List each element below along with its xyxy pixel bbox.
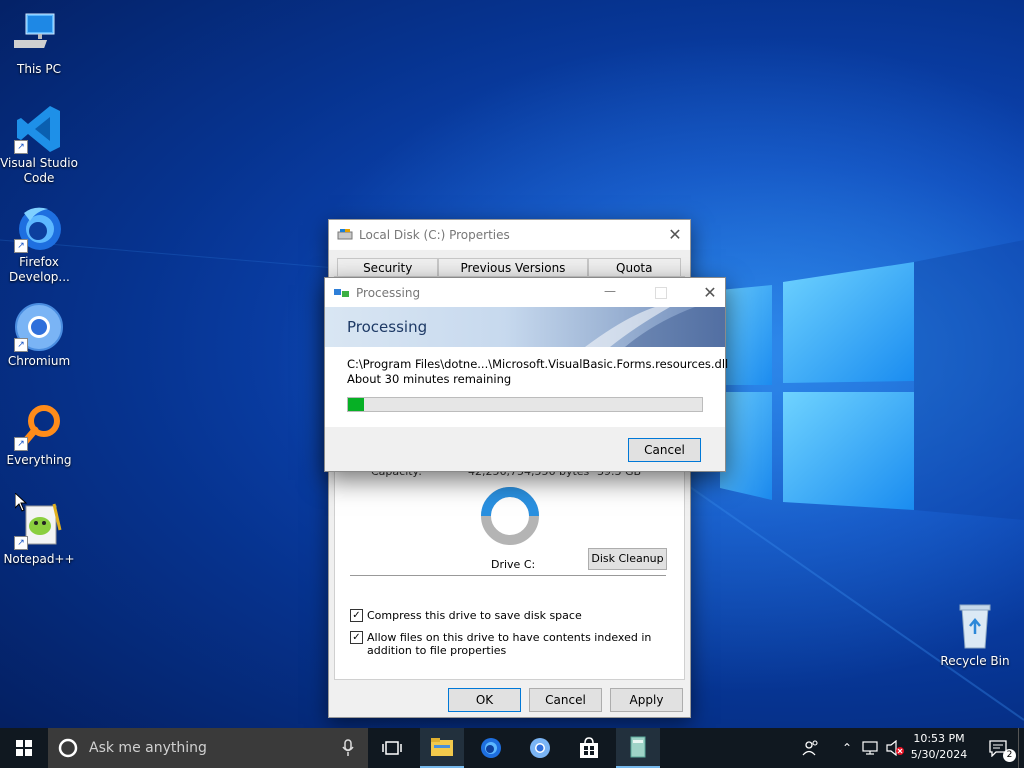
desktop-icon-everything[interactable]: ↗ Everything [0, 401, 78, 468]
progress-bar [347, 397, 703, 412]
show-hidden-icons-button[interactable]: ⌃ [837, 728, 857, 768]
compress-label: Compress this drive to save disk space [367, 609, 582, 622]
network-icon [862, 741, 878, 755]
processing-dialog[interactable]: Processing — ✕ Processing C:\Program Fil… [324, 277, 729, 472]
desktop-icon-recycle-bin[interactable]: Recycle Bin [936, 602, 1014, 669]
people-button[interactable] [798, 728, 824, 768]
current-file-path: C:\Program Files\dotne...\Microsoft.Visu… [347, 357, 729, 371]
store-icon [580, 737, 598, 758]
drive-label: Drive C: [491, 558, 536, 571]
task-view-icon [382, 741, 402, 755]
properties-title: Local Disk (C:) Properties [359, 228, 510, 242]
taskbar-chromium[interactable] [518, 728, 562, 768]
processing-title: Processing [356, 285, 421, 300]
desktop-icon-label: Everything [6, 453, 72, 467]
shortcut-arrow-icon: ↗ [14, 338, 28, 352]
start-button[interactable] [0, 728, 48, 768]
index-checkbox[interactable]: ✓ [350, 631, 363, 644]
compress-checkbox-row[interactable]: ✓ Compress this drive to save disk space [350, 609, 670, 622]
action-center-button[interactable]: 2 [978, 728, 1018, 768]
index-checkbox-row[interactable]: ✓ Allow files on this drive to have cont… [350, 631, 670, 657]
desktop-icon-label: Visual Studio Code [0, 156, 78, 185]
index-label: Allow files on this drive to have conten… [367, 631, 652, 657]
task-view-button[interactable] [370, 728, 414, 768]
desktop-icon-vscode[interactable]: ↗ Visual Studio Code [0, 104, 78, 186]
volume-muted-icon [886, 740, 904, 756]
processing-body: C:\Program Files\dotne...\Microsoft.Visu… [325, 347, 729, 412]
shortcut-arrow-icon: ↗ [14, 536, 28, 550]
apply-button[interactable]: Apply [610, 688, 683, 712]
mouse-cursor-icon [15, 493, 27, 512]
people-icon [802, 740, 818, 756]
processing-heading: Processing [347, 318, 428, 336]
compress-checkbox[interactable]: ✓ [350, 609, 363, 622]
desktop-icon-label: Recycle Bin [940, 654, 1010, 668]
ok-button[interactable]: OK [448, 688, 521, 712]
taskbar-file-explorer[interactable] [420, 728, 464, 768]
processing-titlebar[interactable]: Processing — ✕ [325, 278, 725, 307]
minimize-icon[interactable]: — [595, 278, 625, 307]
firefox-developer-icon [481, 738, 501, 758]
tab-quota[interactable]: Quota [587, 258, 681, 278]
shortcut-arrow-icon: ↗ [14, 239, 28, 253]
maximize-icon [655, 287, 667, 299]
clock-date: 5/30/2024 [910, 748, 968, 761]
drive-cleanup-icon [630, 736, 646, 758]
recycle-bin-icon [950, 602, 1000, 652]
close-icon[interactable]: ✕ [660, 220, 690, 250]
search-placeholder: Ask me anything [89, 740, 207, 756]
taskbar-cleanup-app[interactable] [616, 728, 660, 768]
chromium-icon [530, 738, 550, 758]
show-desktop-button[interactable] [1018, 728, 1024, 768]
cancel-button[interactable]: Cancel [529, 688, 602, 712]
processing-banner: Processing [325, 307, 725, 347]
chevron-up-icon: ⌃ [841, 741, 853, 755]
desktop-icon-label: Notepad++ [3, 552, 75, 566]
vscode-icon: ↗ [14, 104, 64, 154]
everything-search-icon: ↗ [14, 401, 64, 451]
network-tray-icon[interactable] [860, 728, 882, 768]
processing-icon [334, 288, 349, 297]
tab-previous-versions[interactable]: Previous Versions [438, 258, 588, 278]
microphone-icon[interactable] [342, 739, 354, 757]
disk-cleanup-button[interactable]: Disk Cleanup [588, 548, 667, 570]
close-icon[interactable]: ✕ [695, 278, 725, 308]
desktop-icon-this-pc[interactable]: This PC [0, 10, 78, 77]
firefox-developer-icon: ↗ [14, 203, 64, 253]
progress-fill [348, 398, 364, 411]
taskbar-store[interactable] [567, 728, 611, 768]
desktop-icon-notepadpp[interactable]: ↗ Notepad++ [0, 500, 78, 567]
shortcut-arrow-icon: ↗ [14, 437, 28, 451]
tab-security[interactable]: Security [337, 258, 439, 278]
windows-logo-icon [16, 740, 32, 756]
processing-footer: Cancel [325, 427, 725, 471]
processing-cancel-button[interactable]: Cancel [628, 438, 701, 462]
folder-icon [431, 738, 453, 756]
properties-titlebar[interactable]: Local Disk (C:) Properties ✕ [329, 220, 690, 250]
desktop-icon-firefox-developer[interactable]: ↗ Firefox Develop... [0, 203, 78, 285]
desktop-icon-label: Chromium [7, 354, 71, 368]
time-remaining: About 30 minutes remaining [347, 372, 512, 386]
search-box[interactable]: Ask me anything [48, 728, 368, 768]
desktop-icon-label: This PC [17, 62, 61, 76]
desktop-icon-chromium[interactable]: ↗ Chromium [0, 302, 78, 369]
separator [350, 575, 666, 576]
volume-tray-icon[interactable] [884, 728, 906, 768]
notification-count-badge: 2 [1003, 749, 1016, 762]
taskbar-firefox[interactable] [469, 728, 513, 768]
computer-icon [10, 10, 64, 60]
clock-time: 10:53 PM [913, 732, 965, 745]
drive-icon [337, 229, 353, 240]
shortcut-arrow-icon: ↗ [14, 140, 28, 154]
disk-usage-donut [481, 487, 539, 545]
chromium-icon: ↗ [14, 302, 64, 352]
properties-tabs: Security Previous Versions Quota [337, 258, 681, 278]
desktop-icon-label: Firefox Develop... [9, 255, 70, 284]
taskbar-clock[interactable]: 10:53 PM 5/30/2024 [906, 731, 972, 763]
cortana-icon [58, 738, 78, 758]
taskbar: Ask me anything ⌃ 10:53 PM 5/30/2024 2 [0, 728, 1024, 768]
